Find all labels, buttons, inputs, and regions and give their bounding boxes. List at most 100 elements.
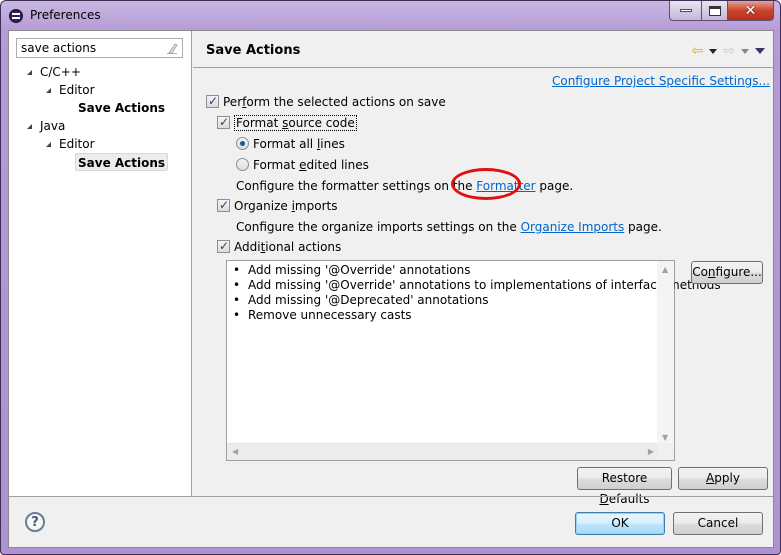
list-item-text: Add missing '@Override' annotations [248, 263, 471, 277]
tree-item-label: Java [40, 119, 66, 133]
checkbox-checked-icon[interactable] [217, 113, 230, 131]
back-arrow-icon[interactable]: ⇦ [692, 43, 704, 59]
vertical-scrollbar[interactable]: ▲ ▼ [657, 261, 674, 444]
filter-field[interactable] [16, 38, 183, 58]
checkbox-checked-icon[interactable] [206, 92, 219, 110]
focused-label: Format source code [234, 115, 357, 131]
tree-item-cpp-save-actions[interactable]: Save Actions [78, 99, 165, 117]
label-part: ource code [288, 116, 355, 130]
scroll-corner [657, 443, 674, 460]
clear-filter-icon[interactable] [166, 42, 178, 54]
mnemonic: D [599, 492, 609, 506]
label-part: pply [714, 471, 740, 485]
scroll-down-icon[interactable]: ▼ [662, 433, 668, 442]
apply-button[interactable]: Apply [678, 467, 768, 490]
tree-item-label: Editor [59, 137, 95, 151]
maximize-icon [708, 5, 721, 16]
label-part: ines [320, 137, 345, 151]
tree-item-java[interactable]: Java [27, 117, 65, 135]
label-part: Addi [234, 240, 261, 254]
list-item-text: Add missing '@Deprecated' annotations [248, 293, 489, 307]
label-part: Per [223, 95, 243, 109]
forward-arrow-icon[interactable]: ⇨ [723, 43, 735, 59]
eclipse-icon [9, 9, 23, 23]
static-text: Configure the organize imports settings … [236, 220, 521, 234]
label-part: efaults [608, 492, 650, 506]
organize-imports-link[interactable]: Organize Imports [521, 220, 625, 234]
tree-item-cpp-editor[interactable]: Editor [46, 81, 95, 99]
preferences-window: Preferences ✕ C/C++ Editor [0, 0, 781, 555]
bullet: • [233, 278, 241, 292]
configure-project-settings-link[interactable]: Configure Project Specific Settings... [552, 74, 770, 88]
horizontal-scrollbar[interactable]: ◀ ▶ [227, 443, 659, 460]
expanded-icon[interactable] [46, 88, 51, 93]
label-part: Organize [234, 199, 292, 213]
static-text: page. [624, 220, 662, 234]
bullet: • [233, 308, 241, 322]
close-icon: ✕ [744, 2, 757, 19]
format-source-checkbox[interactable]: Format source code [217, 113, 357, 132]
static-text: Configure the formatter settings on the [236, 179, 477, 193]
maximize-button[interactable] [702, 1, 728, 21]
organize-imports-checkbox[interactable]: Organize imports [217, 196, 337, 215]
cancel-button[interactable]: Cancel [673, 512, 763, 535]
checkbox-checked-icon[interactable] [217, 196, 230, 214]
preference-tree-pane: C/C++ Editor Save Actions Java Editor Sa… [9, 31, 192, 496]
label-part: dited lines [306, 158, 369, 172]
list-item-text: Remove unnecessary casts [248, 308, 412, 322]
tree-item-label: Editor [59, 83, 95, 97]
expanded-icon[interactable] [27, 70, 32, 75]
additional-actions-list[interactable]: • Add missing '@Override' annotations • Ad… [226, 260, 721, 461]
list-item: • Remove unnecessary casts [233, 308, 721, 323]
expanded-icon[interactable] [27, 124, 32, 129]
radio-selected-icon[interactable] [236, 137, 249, 150]
label-part: Format [253, 158, 300, 172]
restore-defaults-button[interactable]: Restore Defaults [577, 467, 672, 506]
preference-page: Save Actions ⇦ ⇨ Configure Project Speci… [193, 31, 775, 506]
scroll-left-icon[interactable]: ◀ [232, 447, 238, 456]
help-icon[interactable]: ? [25, 512, 45, 532]
expanded-icon[interactable] [46, 142, 51, 147]
minimize-icon [679, 9, 692, 12]
mnemonic: n [707, 265, 716, 279]
radio-unselected-icon[interactable] [236, 158, 249, 171]
list-item: • Add missing '@Override' annotations [233, 263, 721, 278]
tree-item-label: C/C++ [40, 65, 81, 79]
label-part: Format all [253, 137, 317, 151]
tree-item-label: Save Actions [78, 156, 166, 170]
filter-input[interactable] [21, 41, 161, 55]
bullet: • [233, 293, 241, 307]
organize-imports-settings-text: Configure the organize imports settings … [236, 218, 662, 236]
label-part: Format [236, 116, 283, 130]
mnemonic: e [299, 158, 307, 172]
dialog-client-area: C/C++ Editor Save Actions Java Editor Sa… [8, 30, 775, 548]
scroll-up-icon[interactable]: ▲ [662, 265, 668, 274]
configure-button[interactable]: Configure... [691, 261, 763, 284]
list-item: • Add missing '@Override' annotations to … [233, 278, 721, 293]
view-menu-icon[interactable] [755, 48, 765, 54]
minimize-button[interactable] [669, 1, 702, 21]
static-text: page. [535, 179, 574, 193]
page-title: Save Actions [206, 43, 301, 58]
format-edited-lines-radio[interactable]: Format edited lines [236, 156, 369, 174]
label-part: figure... [715, 265, 762, 279]
additional-actions-checkbox[interactable]: Additional actions [217, 237, 342, 256]
bullet: • [233, 263, 241, 277]
list-item: • Add missing '@Deprecated' annotations [233, 293, 721, 308]
tree-item-label: Save Actions [78, 101, 166, 115]
close-button[interactable]: ✕ [728, 1, 774, 21]
formatter-link[interactable]: Formatter [476, 179, 535, 193]
scroll-right-icon[interactable]: ▶ [648, 447, 654, 456]
format-all-lines-radio[interactable]: Format all lines [236, 135, 345, 153]
tree-item-cpp[interactable]: C/C++ [27, 63, 81, 81]
title-separator [193, 67, 775, 68]
tree-item-java-save-actions[interactable]: Save Actions [75, 153, 169, 171]
ok-button[interactable]: OK [575, 512, 665, 535]
perform-on-save-checkbox[interactable]: Perform the selected actions on save [206, 92, 446, 111]
label-part: ional actions [265, 240, 342, 254]
title-bar[interactable]: Preferences ✕ [1, 1, 780, 31]
forward-history-dropdown-icon[interactable] [741, 48, 749, 54]
tree-item-java-editor[interactable]: Editor [46, 135, 95, 153]
back-history-dropdown-icon[interactable] [709, 48, 718, 54]
checkbox-checked-icon[interactable] [217, 237, 230, 255]
